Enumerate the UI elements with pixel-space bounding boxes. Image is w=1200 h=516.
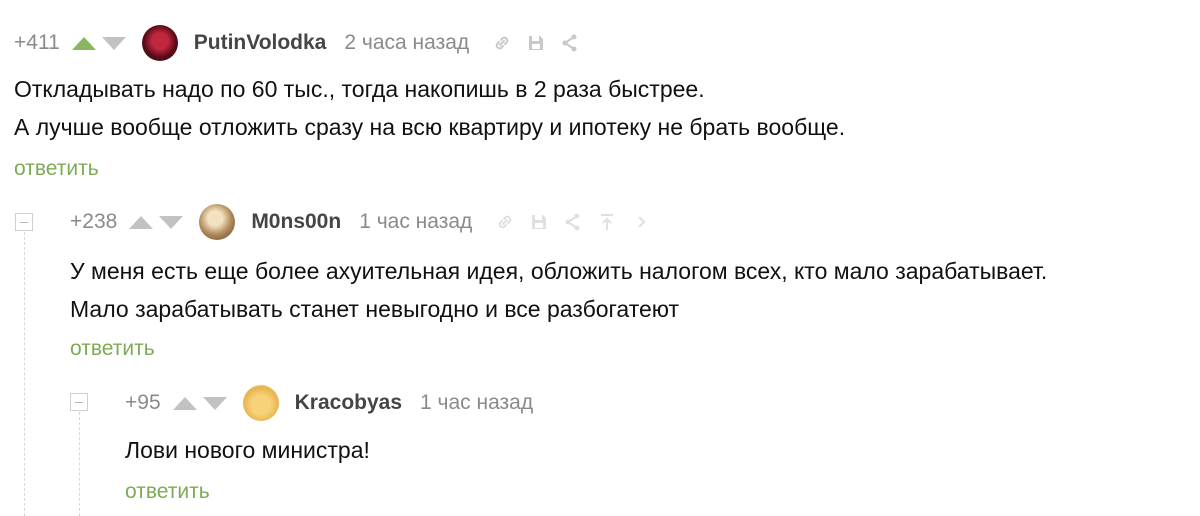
branch-line[interactable] [79, 412, 80, 516]
comment-time[interactable]: 1 час назад [359, 210, 472, 234]
downvote-arrow-icon[interactable] [202, 396, 227, 410]
collapse-branch-button[interactable] [15, 213, 33, 231]
comment-body: У меня есть еще более ахуительная идея, … [70, 252, 1047, 328]
reply-button[interactable]: ответить [125, 480, 210, 504]
downvote-arrow-icon[interactable] [159, 215, 184, 229]
author-name[interactable]: PutinVolodka [194, 31, 327, 55]
share-icon[interactable] [562, 211, 584, 233]
comment-line: У меня есть еще более ахуительная идея, … [70, 258, 1048, 284]
link-icon[interactable] [494, 211, 516, 233]
save-icon[interactable] [528, 211, 550, 233]
collapse-branch-button[interactable] [70, 393, 88, 411]
link-icon[interactable] [491, 32, 513, 54]
reply-button[interactable]: ответить [70, 337, 155, 361]
avatar[interactable] [199, 204, 236, 240]
comment-rating: +238 [70, 210, 118, 233]
comment-1-header: +411 PutinVolodka 2 часа назад [14, 25, 593, 61]
comment-line: Мало зарабатывать станет невыгодно и все… [70, 296, 680, 322]
more-icon[interactable] [630, 211, 652, 233]
reply-button[interactable]: ответить [14, 157, 99, 181]
comment-line: Лови нового министра! [125, 437, 370, 463]
comment-2-header: +238 M0ns00n 1 час назад [70, 204, 664, 240]
comment-3-header: +95 Kracobyas 1 час назад [125, 385, 555, 421]
comment-line: А лучше вообще отложить сразу на всю ква… [14, 114, 846, 140]
author-name[interactable]: M0ns00n [251, 210, 341, 234]
branch-line[interactable] [24, 232, 25, 516]
share-icon[interactable] [559, 32, 581, 54]
downvote-arrow-icon[interactable] [101, 36, 126, 50]
comment-body: Лови нового министра! [125, 431, 370, 469]
avatar[interactable] [141, 25, 178, 61]
save-icon[interactable] [525, 32, 547, 54]
upvote-arrow-icon[interactable] [71, 36, 96, 50]
scroll-to-parent-icon[interactable] [596, 211, 618, 233]
upvote-arrow-icon[interactable] [172, 396, 197, 410]
upvote-arrow-icon[interactable] [129, 215, 154, 229]
author-name[interactable]: Kracobyas [295, 391, 402, 415]
comment-rating: +411 [14, 31, 60, 54]
comment-rating: +95 [125, 391, 161, 414]
comment-body: Откладывать надо по 60 тыс., тогда накоп… [14, 70, 845, 146]
comment-time[interactable]: 1 час назад [420, 391, 533, 415]
avatar[interactable] [242, 385, 279, 421]
comment-line: Откладывать надо по 60 тыс., тогда накоп… [14, 76, 705, 102]
comment-time[interactable]: 2 часа назад [344, 31, 469, 55]
